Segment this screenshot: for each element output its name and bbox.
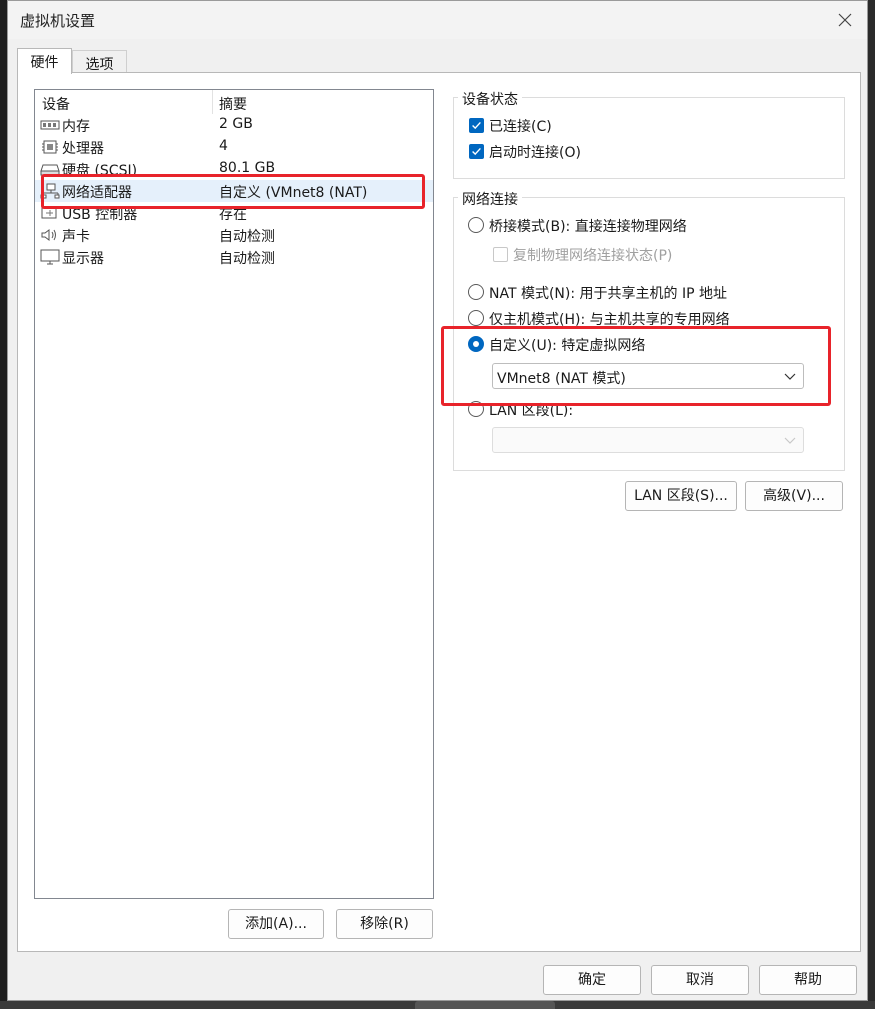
device-row-memory[interactable]: 内存 2 GB <box>35 114 433 136</box>
custom-label[interactable]: 自定义(U): 特定虚拟网络 <box>489 335 645 355</box>
host-only-radio[interactable] <box>468 310 484 326</box>
vm-settings-dialog: 虚拟机设置 硬件 选项 设备 摘要 内存 2 GB 处理器 4 硬盘 (SCSI… <box>7 0 868 1001</box>
replicate-state-checkbox[interactable] <box>493 247 508 262</box>
lan-segments-button[interactable]: LAN 区段(S)... <box>625 481 737 511</box>
device-name: 处理器 <box>62 141 104 157</box>
device-summary: 4 <box>219 138 228 154</box>
taskbar-item <box>415 1001 555 1009</box>
tab-hardware[interactable]: 硬件 <box>17 48 72 74</box>
device-row-sound-card[interactable]: 声卡 自动检测 <box>35 224 433 246</box>
processor-icon <box>42 140 58 154</box>
column-header-summary[interactable]: 摘要 <box>219 94 247 114</box>
device-list: 设备 摘要 内存 2 GB 处理器 4 硬盘 (SCSI) 80.1 GB 网络… <box>34 89 434 899</box>
nat-radio[interactable] <box>468 284 484 300</box>
device-summary: 自动检测 <box>219 251 275 267</box>
device-name: 内存 <box>62 119 90 135</box>
close-icon <box>838 13 852 27</box>
device-status-title: 设备状态 <box>458 89 522 109</box>
close-button[interactable] <box>825 3 865 37</box>
lan-segment-label[interactable]: LAN 区段(L): <box>489 400 573 420</box>
custom-network-value: VMnet8 (NAT 模式) <box>497 371 626 387</box>
custom-radio[interactable] <box>468 336 484 352</box>
remove-device-button[interactable]: 移除(R) <box>336 909 433 939</box>
list-header: 设备 摘要 <box>35 90 433 114</box>
device-row-processor[interactable]: 处理器 4 <box>35 136 433 158</box>
ok-button[interactable]: 确定 <box>543 965 641 995</box>
bridged-label[interactable]: 桥接模式(B): 直接连接物理网络 <box>489 216 687 236</box>
replicate-state-label[interactable]: 复制物理网络连接状态(P) <box>513 245 672 265</box>
memory-icon <box>40 120 60 130</box>
chevron-down-icon <box>784 437 796 444</box>
connected-checkbox[interactable] <box>469 118 484 133</box>
device-summary: 2 GB <box>219 116 253 132</box>
help-button[interactable]: 帮助 <box>759 965 857 995</box>
device-name: 声卡 <box>62 229 90 245</box>
device-name: 硬盘 (SCSI) <box>62 163 138 179</box>
hard-disk-icon <box>40 164 60 176</box>
monitor-icon <box>40 249 60 265</box>
tab-panel: 设备 摘要 内存 2 GB 处理器 4 硬盘 (SCSI) 80.1 GB 网络… <box>17 72 861 952</box>
bridged-radio[interactable] <box>468 217 484 233</box>
device-name: 网络适配器 <box>62 185 132 201</box>
device-summary: 自定义 (VMnet8 (NAT) <box>219 185 368 201</box>
cancel-button[interactable]: 取消 <box>651 965 749 995</box>
host-only-label[interactable]: 仅主机模式(H): 与主机共享的专用网络 <box>489 309 730 329</box>
device-name: 显示器 <box>62 251 104 267</box>
device-summary: 80.1 GB <box>219 160 276 176</box>
title-bar: 虚拟机设置 <box>8 1 867 39</box>
connect-at-power-on-checkbox[interactable] <box>469 144 484 159</box>
network-adapter-icon <box>40 183 60 199</box>
advanced-button[interactable]: 高级(V)... <box>745 481 843 511</box>
connected-label[interactable]: 已连接(C) <box>489 116 552 136</box>
lan-segment-select[interactable] <box>492 427 804 453</box>
device-row-display[interactable]: 显示器 自动检测 <box>35 246 433 268</box>
tab-options[interactable]: 选项 <box>72 50 127 74</box>
column-separator[interactable] <box>212 90 213 114</box>
connect-at-power-on-label[interactable]: 启动时连接(O) <box>489 142 581 162</box>
device-name: USB 控制器 <box>62 207 138 223</box>
custom-network-select[interactable]: VMnet8 (NAT 模式) <box>492 363 804 389</box>
nat-label[interactable]: NAT 模式(N): 用于共享主机的 IP 地址 <box>489 283 727 303</box>
device-row-usb[interactable]: USB 控制器 存在 <box>35 202 433 224</box>
speaker-icon <box>41 229 56 241</box>
device-summary: 存在 <box>219 207 247 223</box>
device-status-group <box>453 97 845 179</box>
chevron-down-icon <box>784 373 796 380</box>
column-header-device[interactable]: 设备 <box>42 94 70 114</box>
device-row-hard-disk[interactable]: 硬盘 (SCSI) 80.1 GB <box>35 158 433 180</box>
network-connection-title: 网络连接 <box>458 189 522 209</box>
add-device-button[interactable]: 添加(A)... <box>228 909 324 939</box>
usb-icon <box>41 207 57 219</box>
dialog-title: 虚拟机设置 <box>20 12 96 30</box>
lan-segment-radio[interactable] <box>468 401 484 417</box>
device-summary: 自动检测 <box>219 229 275 245</box>
device-row-network-adapter[interactable]: 网络适配器 自定义 (VMnet8 (NAT) <box>35 180 433 202</box>
